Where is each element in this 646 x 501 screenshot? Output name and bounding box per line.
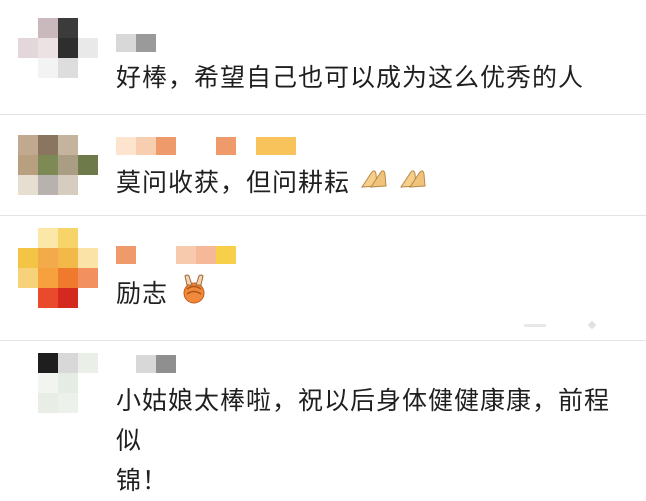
- comment-item[interactable]: 小姑娘太棒啦，祝以后身体健健康康，前程似 锦！: [0, 340, 646, 495]
- username[interactable]: [116, 355, 176, 373]
- comment-text: 莫问收获，但问耕耘: [116, 163, 632, 204]
- chevron-up-icon[interactable]: [587, 320, 597, 330]
- username[interactable]: [116, 137, 296, 155]
- comment-text-content: 励志: [116, 279, 169, 308]
- palms-together-emoji: [359, 164, 389, 204]
- username[interactable]: [116, 34, 156, 52]
- collapse-handle[interactable]: [524, 324, 546, 327]
- comment-text-line: 锦！: [116, 466, 169, 495]
- palms-together-emoji: [398, 164, 428, 204]
- comment-text: 小姑娘太棒啦，祝以后身体健健康康，前程似 锦！: [116, 381, 632, 501]
- avatar[interactable]: [18, 228, 98, 308]
- avatar[interactable]: [18, 135, 98, 215]
- username[interactable]: [116, 246, 236, 264]
- victory-hand-emoji: [177, 274, 211, 316]
- avatar[interactable]: [18, 18, 98, 98]
- comment-item[interactable]: 好棒，希望自己也可以成为这么优秀的人: [0, 0, 646, 115]
- avatar[interactable]: [18, 353, 98, 433]
- comment-item[interactable]: 莫问收获，但问耕耘: [0, 115, 646, 216]
- comment-text: 好棒，希望自己也可以成为这么优秀的人: [116, 63, 585, 92]
- comment-text: 励志: [116, 274, 632, 316]
- comment-item[interactable]: 励志: [0, 216, 646, 340]
- comment-text-content: 莫问收获，但问耕耘: [116, 168, 351, 197]
- comment-text-line: 小姑娘太棒啦，祝以后身体健健康康，前程似: [116, 386, 611, 455]
